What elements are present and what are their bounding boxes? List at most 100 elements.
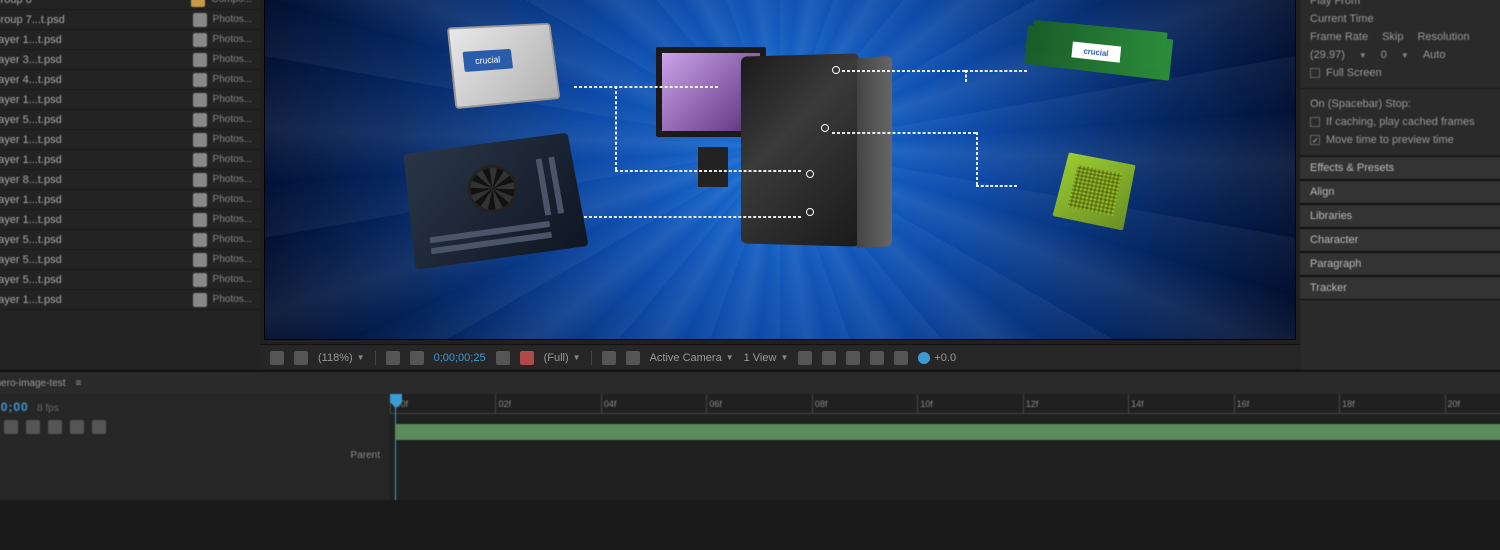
layer-header-row: Parent bbox=[0, 448, 380, 462]
ruler-tick: 08f bbox=[812, 394, 917, 413]
layer-row[interactable]: Layer 4...t.psd Photos... bbox=[0, 70, 260, 90]
layer-type-icon bbox=[193, 113, 207, 127]
panel-header[interactable]: Paragraph bbox=[1300, 252, 1500, 276]
layer-row[interactable]: Layer 5...t.psd Photos... bbox=[0, 270, 260, 290]
motion-blur-icon[interactable] bbox=[70, 420, 84, 434]
panel-header[interactable]: Effects & Presets bbox=[1300, 156, 1500, 180]
move-time-checkbox[interactable]: Move time to preview time bbox=[1310, 131, 1500, 149]
layer-row[interactable]: Group 6 Compo... bbox=[0, 0, 260, 10]
full-screen-checkbox[interactable]: Full Screen bbox=[1310, 64, 1500, 82]
cpu-fan-graphic bbox=[464, 162, 520, 216]
frame-blend-icon[interactable] bbox=[48, 420, 62, 434]
fast-preview-icon[interactable] bbox=[846, 351, 860, 365]
panel-header[interactable]: Align bbox=[1300, 180, 1500, 204]
layer-type-icon bbox=[193, 213, 207, 227]
ruler-tick: 16f bbox=[1234, 394, 1339, 413]
main-row: Group 3 Compo... Group 4 Compo... Group … bbox=[0, 0, 1500, 370]
channel-icon[interactable] bbox=[520, 351, 534, 365]
layer-type-label: Photos... bbox=[213, 234, 252, 245]
resolution-icon[interactable] bbox=[386, 351, 400, 365]
timeline-tab[interactable]: cdn-hero-image-test bbox=[0, 378, 66, 389]
layer-type-icon bbox=[193, 133, 207, 147]
monitor-stand-graphic bbox=[698, 147, 728, 187]
exposure-control[interactable]: +0.0 bbox=[918, 352, 956, 364]
panel-header[interactable]: Libraries bbox=[1300, 204, 1500, 228]
ssd-graphic: crucial bbox=[447, 23, 561, 109]
shy-icon[interactable] bbox=[26, 420, 40, 434]
panel-header[interactable]: Character bbox=[1300, 228, 1500, 252]
viewer-toolbar: (118%)▼ 0;00;00;25 (Full)▼ Active Camera… bbox=[260, 344, 1300, 370]
layer-type-label: Photos... bbox=[213, 54, 252, 65]
layer-row[interactable]: Layer 1...t.psd Photos... bbox=[0, 150, 260, 170]
timeline-body: 0;00;00;00 8 fps Parent bbox=[0, 394, 1500, 500]
grid-icon[interactable] bbox=[294, 351, 308, 365]
current-time-dropdown[interactable]: Current Time bbox=[1310, 10, 1500, 28]
layer-type-label: Photos... bbox=[213, 154, 252, 165]
snapshot-icon[interactable] bbox=[496, 351, 510, 365]
ruler-tick: 04f bbox=[601, 394, 706, 413]
graph-editor-icon[interactable] bbox=[92, 420, 106, 434]
layer-type-label: Photos... bbox=[213, 94, 252, 105]
layer-type-label: Photos... bbox=[213, 74, 252, 85]
mask-icon[interactable] bbox=[626, 351, 640, 365]
layer-type-label: Photos... bbox=[213, 134, 252, 145]
layer-name: Layer 5...t.psd bbox=[0, 234, 187, 246]
layer-row[interactable]: Layer 5...t.psd Photos... bbox=[0, 110, 260, 130]
views-dropdown[interactable]: 1 View▼ bbox=[744, 352, 789, 364]
time-ruler[interactable]: :00f02f04f06f08f10f12f14f16f18f20f bbox=[390, 394, 1500, 414]
layer-name: Layer 1...t.psd bbox=[0, 214, 187, 226]
monitor-icon[interactable] bbox=[270, 351, 284, 365]
layer-name: Layer 5...t.psd bbox=[0, 274, 187, 286]
frame-rate-values[interactable]: (29.97)▼ 0▼ Auto bbox=[1310, 46, 1500, 64]
timeline-controls bbox=[0, 420, 380, 434]
work-area-bar[interactable] bbox=[395, 424, 1500, 440]
ruler-tick: 20f bbox=[1445, 394, 1500, 413]
layer-row[interactable]: Layer 1...t.psd Photos... bbox=[0, 290, 260, 310]
layer-row[interactable]: Layer 1...t.psd Photos... bbox=[0, 210, 260, 230]
layer-row[interactable]: Layer 1...t.psd Photos... bbox=[0, 30, 260, 50]
layer-row[interactable]: Layer 5...t.psd Photos... bbox=[0, 250, 260, 270]
view-layout-icon[interactable] bbox=[798, 351, 812, 365]
flowchart-icon[interactable] bbox=[894, 351, 908, 365]
layer-name: Layer 1...t.psd bbox=[0, 294, 187, 306]
preview-range-section: Range Work Area Extended By Current Play… bbox=[1300, 0, 1500, 89]
panel-header[interactable]: Tracker bbox=[1300, 276, 1500, 300]
zoom-level[interactable]: (118%)▼ bbox=[318, 352, 365, 364]
connector-node bbox=[832, 66, 840, 74]
preview-canvas[interactable]: crucial crucial bbox=[264, 0, 1296, 340]
layer-row[interactable]: Layer 1...t.psd Photos... bbox=[0, 190, 260, 210]
quality-dropdown[interactable]: (Full)▼ bbox=[544, 352, 581, 364]
connector-line bbox=[584, 216, 800, 218]
ruler-tick: 02f bbox=[495, 394, 600, 413]
project-panel[interactable]: Group 3 Compo... Group 4 Compo... Group … bbox=[0, 0, 260, 370]
layer-type-icon bbox=[193, 253, 207, 267]
layer-row[interactable]: Layer 8...t.psd Photos... bbox=[0, 170, 260, 190]
pixel-aspect-icon[interactable] bbox=[822, 351, 836, 365]
layer-row[interactable]: Layer 3...t.psd Photos... bbox=[0, 50, 260, 70]
layer-type-label: Photos... bbox=[213, 274, 252, 285]
current-time-display[interactable]: 0;00;00;00 bbox=[0, 400, 29, 414]
layer-name: Layer 1...t.psd bbox=[0, 194, 187, 206]
app-root: Group 3 Compo... Group 4 Compo... Group … bbox=[0, 0, 1500, 550]
connector-line bbox=[976, 132, 978, 186]
transparency-grid-icon[interactable] bbox=[602, 351, 616, 365]
timeline-ruler-area[interactable]: :00f02f04f06f08f10f12f14f16f18f20f bbox=[390, 394, 1500, 500]
cache-checkbox[interactable]: If caching, play cached frames bbox=[1310, 113, 1500, 131]
timecode-display[interactable]: 0;00;00;25 bbox=[434, 352, 486, 364]
layer-row[interactable]: Layer 1...t.psd Photos... bbox=[0, 130, 260, 150]
connector-line bbox=[842, 70, 966, 72]
camera-dropdown[interactable]: Active Camera▼ bbox=[650, 352, 734, 364]
roi-icon[interactable] bbox=[410, 351, 424, 365]
connector-line bbox=[615, 86, 617, 170]
layer-row[interactable]: Layer 5...t.psd Photos... bbox=[0, 230, 260, 250]
ram-brand-label: crucial bbox=[1072, 41, 1122, 62]
playhead[interactable] bbox=[395, 394, 396, 500]
timeline-icon[interactable] bbox=[870, 351, 884, 365]
spacebar-section: On (Spacebar) Stop: If caching, play cac… bbox=[1300, 89, 1500, 156]
layer-name: Layer 1...t.psd bbox=[0, 34, 187, 46]
draft-3d-icon[interactable] bbox=[4, 420, 18, 434]
ruler-tick: :00f bbox=[390, 394, 495, 413]
layer-row[interactable]: Group 7...t.psd Photos... bbox=[0, 10, 260, 30]
layer-row[interactable]: Layer 1...t.psd Photos... bbox=[0, 90, 260, 110]
connector-line bbox=[832, 132, 976, 134]
